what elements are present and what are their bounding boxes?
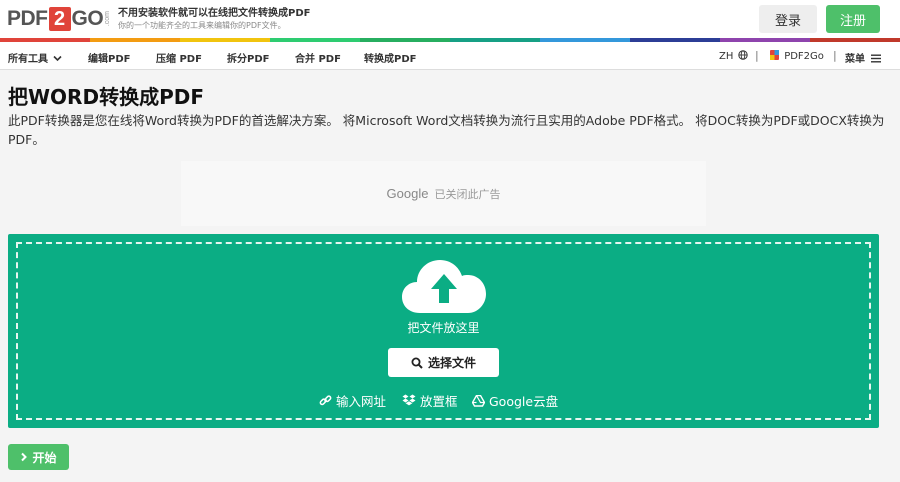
pdf2go-mini-logo-icon	[770, 50, 779, 60]
tagline-sub: 你的一个功能齐全的工具来编辑你的PDF文件。	[118, 21, 286, 30]
nav-compress-pdf[interactable]: 压缩 PDF	[156, 50, 202, 65]
dropbox-icon	[402, 394, 416, 406]
dropbox-label: 放置框	[420, 394, 458, 409]
nav-brand-link[interactable]: PDF2Go	[770, 50, 824, 62]
nav-edit-pdf[interactable]: 编辑PDF	[88, 50, 130, 65]
drop-label: 把文件放这里	[407, 321, 480, 335]
logo-text-right: GO	[71, 7, 104, 30]
signup-button[interactable]: 注册	[826, 5, 880, 33]
choose-file-button[interactable]: 选择文件	[388, 348, 499, 377]
google-drive-link[interactable]: Google云盘	[472, 391, 558, 410]
search-icon	[411, 357, 423, 369]
login-button[interactable]: 登录	[759, 5, 817, 33]
main-nav: 所有工具 编辑PDF 压缩 PDF 拆分PDF 合并 PDF 转换成PDF ZH…	[0, 42, 900, 70]
page-title: 把WORD转换成PDF	[8, 85, 204, 109]
dropbox-link[interactable]: 放置框	[402, 391, 458, 410]
menu-label: 菜单	[845, 54, 865, 65]
nav-separator: |	[833, 49, 837, 62]
ad-closed-text: 已关闭此广告	[434, 188, 501, 201]
cloud-upload-icon	[402, 260, 486, 313]
chevron-right-icon	[21, 452, 28, 462]
nav-separator: |	[755, 49, 759, 62]
enter-url-link[interactable]: 输入网址	[319, 391, 386, 410]
google-drive-icon	[472, 394, 485, 407]
tagline-main: 不用安装软件就可以在线把文件转换成PDF	[118, 8, 311, 19]
ad-placeholder: Google 已关闭此广告	[181, 161, 706, 226]
enter-url-label: 输入网址	[336, 394, 387, 409]
nav-convert-to-pdf[interactable]: 转换成PDF	[364, 50, 416, 65]
language-selector[interactable]: ZH	[719, 50, 748, 62]
nav-brand-label: PDF2Go	[784, 51, 824, 62]
start-label: 开始	[32, 450, 57, 465]
logo-suffix: .com	[104, 11, 112, 27]
tagline: 不用安装软件就可以在线把文件转换成PDF 你的一个功能齐全的工具来编辑你的PDF…	[118, 7, 310, 31]
ad-notice: Google 已关闭此广告	[181, 186, 706, 202]
choose-file-label: 选择文件	[427, 356, 476, 370]
chevron-down-icon	[53, 55, 63, 62]
menu-button[interactable]: 菜单	[845, 50, 882, 65]
logo-text-left: PDF	[7, 7, 48, 30]
page-description: 此PDF转换器是您在线将Word转换为PDF的首选解决方案。 将Microsof…	[8, 113, 885, 147]
start-button[interactable]: 开始	[8, 444, 69, 470]
globe-icon	[737, 50, 748, 60]
link-icon	[319, 395, 332, 406]
site-header: PDF 2 GO .com 不用安装软件就可以在线把文件转换成PDF 你的一个功…	[0, 0, 900, 38]
language-label: ZH	[719, 51, 734, 62]
nav-all-tools[interactable]: 所有工具	[8, 50, 63, 65]
ad-brand: Google	[386, 186, 429, 201]
logo-box: 2	[48, 7, 71, 31]
hamburger-icon	[871, 54, 882, 63]
nav-merge-pdf[interactable]: 合并 PDF	[295, 50, 341, 65]
nav-all-tools-label: 所有工具	[8, 54, 48, 65]
nav-split-pdf[interactable]: 拆分PDF	[227, 50, 269, 65]
google-drive-label: Google云盘	[489, 394, 559, 409]
pdf2go-logo[interactable]: PDF 2 GO .com	[7, 5, 111, 33]
